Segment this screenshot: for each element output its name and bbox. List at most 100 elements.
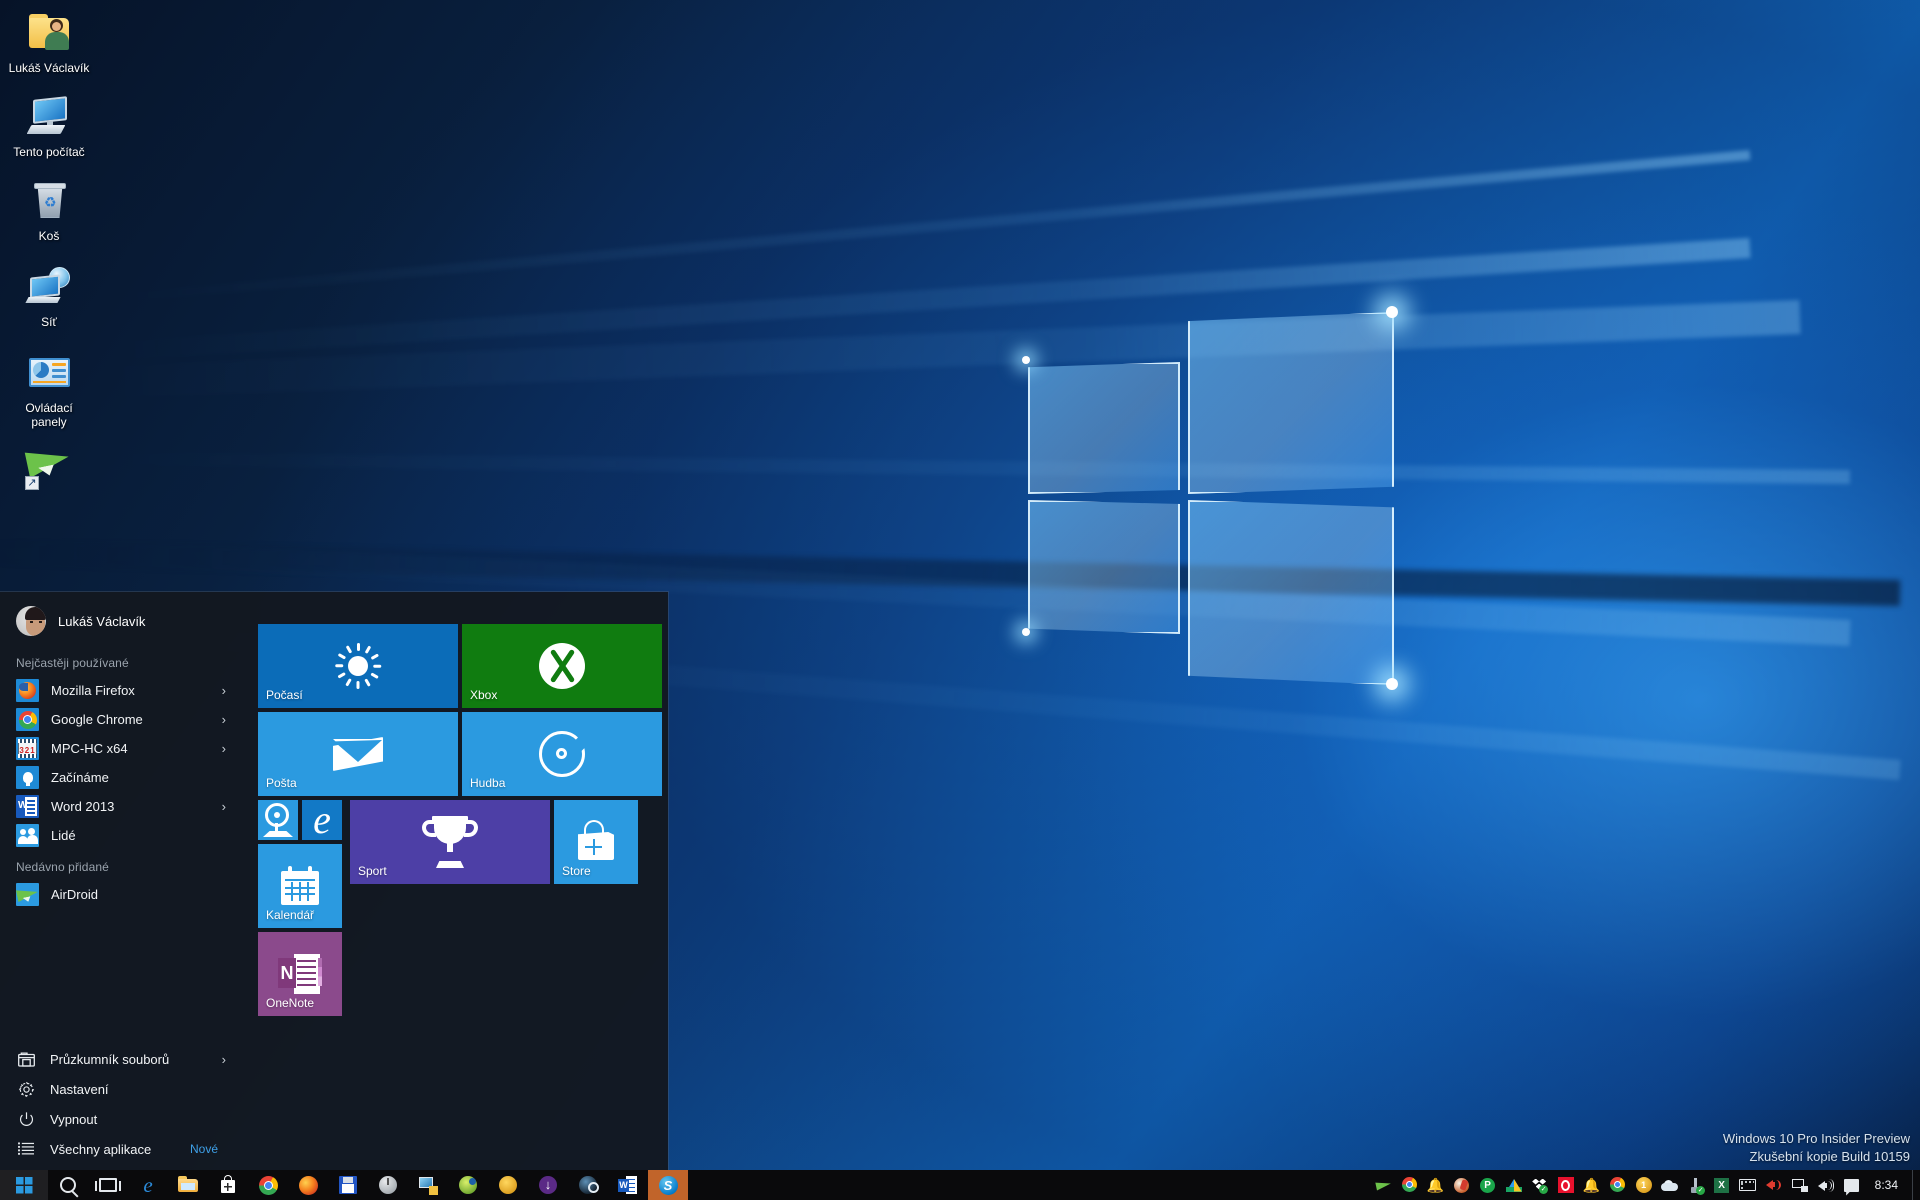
system-tray[interactable]: 🔔 ✓ 🔔 (1371, 1170, 1920, 1200)
usb-eject-icon: ✓ (1688, 1177, 1706, 1195)
word-icon: W (618, 1175, 638, 1195)
desktop-icon-this-pc[interactable]: Tento počítač (6, 92, 92, 159)
taskbar-item-steam[interactable] (568, 1170, 608, 1200)
start-item-mozilla-firefox[interactable]: Mozilla Firefox › (0, 676, 236, 705)
start-item-label: Všechny aplikace (50, 1141, 152, 1157)
tray-item-onedrive[interactable] (1657, 1170, 1683, 1200)
start-item-lide[interactable]: Lidé (0, 821, 236, 850)
start-item-settings[interactable]: Nastavení (0, 1074, 236, 1104)
start-button[interactable] (0, 1170, 48, 1200)
tray-item-excel[interactable]: X (1709, 1170, 1735, 1200)
start-item-label: Google Chrome (51, 712, 143, 727)
google-drive-icon (1505, 1178, 1522, 1192)
start-item-label: Nastavení (50, 1081, 109, 1097)
tile-pocasi[interactable]: Počasí (258, 624, 458, 708)
taskbar-item-green-app[interactable] (448, 1170, 488, 1200)
desktop[interactable]: Lukáš Václavík Tento počítač ♻ Koš Síť O… (0, 0, 1920, 1200)
task-view-button[interactable] (88, 1170, 128, 1200)
opera-icon (1557, 1177, 1574, 1193)
taskbar-item-firefox[interactable] (288, 1170, 328, 1200)
tray-item-airdroid[interactable] (1371, 1170, 1397, 1200)
clock[interactable]: 8:34 (1865, 1170, 1912, 1200)
tray-item-opera[interactable] (1553, 1170, 1579, 1200)
start-item-google-chrome[interactable]: Google Chrome › (0, 705, 236, 734)
taskbar-item-edge[interactable]: e (128, 1170, 168, 1200)
taskbar-item-word[interactable]: W (608, 1170, 648, 1200)
tile-sport[interactable]: Sport (350, 800, 550, 884)
tray-item-dropbox[interactable]: ✓ (1527, 1170, 1553, 1200)
desktop-icon-control-panel[interactable]: Ovládací panely (6, 348, 92, 429)
taskbar-item-store[interactable] (208, 1170, 248, 1200)
tile-xbox[interactable]: Xbox (462, 624, 662, 708)
taskbar-item-network-drive[interactable] (408, 1170, 448, 1200)
store-icon (218, 1175, 238, 1195)
start-item-all-apps[interactable]: Všechny aplikace Nové (0, 1134, 236, 1164)
taskbar-item-yellow-app[interactable] (488, 1170, 528, 1200)
desktop-icon-airdroid[interactable]: ↗ (6, 440, 92, 490)
logo-glow-point (1386, 306, 1398, 318)
start-item-zaciname[interactable]: Začínáme (0, 763, 236, 792)
logo-glow-point (1022, 356, 1030, 364)
bell-icon: 🔔 (1582, 1177, 1601, 1193)
watermark-line-2: Zkušební kopie Build 10159 (1749, 1149, 1910, 1164)
taskbar-item-chrome[interactable] (248, 1170, 288, 1200)
bell-icon: 🔔 (1426, 1177, 1445, 1193)
start-menu[interactable]: Lukáš Václavík Nejčastěji používané Mozi… (0, 592, 668, 1170)
start-item-word-2013[interactable]: W Word 2013 › (0, 792, 236, 821)
desktop-icon-network[interactable]: Síť (6, 262, 92, 329)
tile-onenote[interactable]: N OneNote (258, 932, 342, 1016)
taskbar-item-download-app[interactable] (528, 1170, 568, 1200)
logo-glow-point (1022, 628, 1030, 636)
chevron-right-icon: › (221, 712, 226, 727)
tile-label: Store (562, 864, 591, 878)
desktop-icon-recycle-bin[interactable]: ♻ Koš (6, 176, 92, 243)
tray-item-bell[interactable]: 🔔 (1423, 1170, 1449, 1200)
tile-posta[interactable]: Pošta (258, 712, 458, 796)
tray-item-audio-red[interactable] (1761, 1170, 1787, 1200)
tray-item-network[interactable] (1787, 1170, 1813, 1200)
tile-edge[interactable]: e (302, 800, 342, 840)
shortcut-arrow-icon: ↗ (25, 476, 39, 490)
taskbar-item-save-app[interactable] (328, 1170, 368, 1200)
show-desktop-button[interactable] (1912, 1170, 1920, 1200)
taskbar-item-gray-app[interactable] (368, 1170, 408, 1200)
green-ball-icon (459, 1176, 477, 1194)
people-icon (16, 824, 39, 847)
windows-logo-icon (15, 1176, 33, 1194)
chrome-tray-icon (1609, 1177, 1626, 1193)
tile-hudba[interactable]: Hudba (462, 712, 662, 796)
logo-pane-bottom-right (1188, 500, 1394, 685)
desktop-icon-user-folder[interactable]: Lukáš Václavík (6, 8, 92, 75)
tray-item-chrome[interactable] (1397, 1170, 1423, 1200)
start-item-mpc-hc-x64[interactable]: 321 MPC-HC x64 › (0, 734, 236, 763)
section-header-most-used: Nejčastěji používané (16, 656, 129, 670)
tray-item-chrome-2[interactable] (1605, 1170, 1631, 1200)
start-item-label: Mozilla Firefox (51, 683, 135, 698)
start-item-label: MPC-HC x64 (51, 741, 128, 756)
start-item-power[interactable]: Vypnout (0, 1104, 236, 1134)
update-badge-icon: 1 (1635, 1177, 1652, 1193)
tray-item-safely-remove[interactable]: ✓ (1683, 1170, 1709, 1200)
tile-label: Pošta (266, 776, 297, 790)
start-item-airdroid[interactable]: AirDroid (0, 880, 236, 909)
tray-item-keyboard[interactable] (1735, 1170, 1761, 1200)
tray-item-bell-2[interactable]: 🔔 (1579, 1170, 1605, 1200)
taskbar-item-skype[interactable] (648, 1170, 688, 1200)
desktop-icon-label: Tento počítač (13, 145, 85, 159)
taskbar-item-file-explorer[interactable] (168, 1170, 208, 1200)
search-button[interactable] (48, 1170, 88, 1200)
start-user-account[interactable]: Lukáš Václavík (0, 592, 236, 646)
start-item-file-explorer[interactable]: Průzkumník souborů › (0, 1044, 236, 1074)
tile-store[interactable]: Store (554, 800, 638, 884)
tray-item-action-center[interactable] (1839, 1170, 1865, 1200)
tray-item-volume[interactable] (1813, 1170, 1839, 1200)
tile-mapy[interactable] (258, 800, 298, 840)
tray-item-paint-tool[interactable] (1449, 1170, 1475, 1200)
tray-item-google-drive[interactable] (1501, 1170, 1527, 1200)
tray-item-updates[interactable]: 1 (1631, 1170, 1657, 1200)
taskbar[interactable]: e ↓ W S 🔔 P ✓ 🔔 1 ✓ X 8:34 (0, 1170, 1920, 1200)
tray-item-pushbullet[interactable] (1475, 1170, 1501, 1200)
chevron-right-icon: › (221, 799, 226, 814)
tile-kalendar[interactable]: Kalendář (258, 844, 342, 928)
calendar-icon (280, 866, 320, 906)
